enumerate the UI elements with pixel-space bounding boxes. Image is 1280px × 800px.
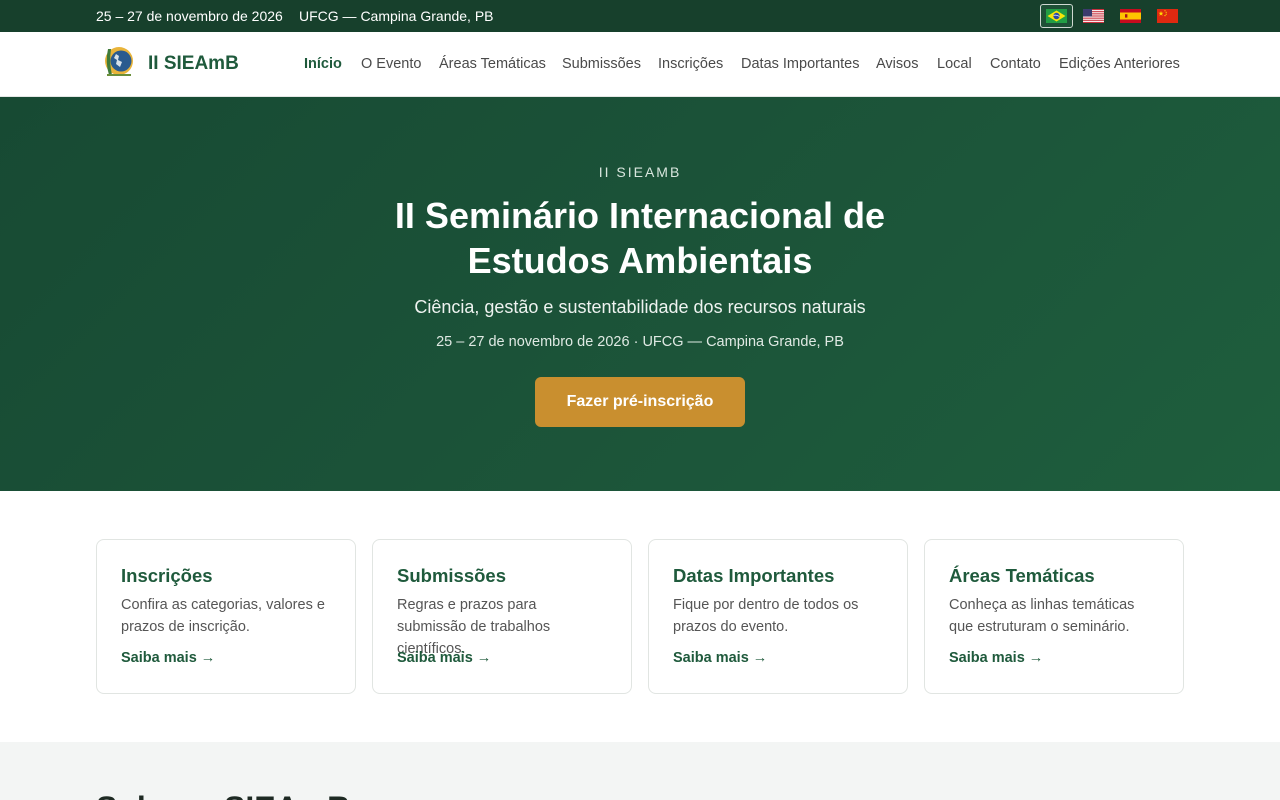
event-date: 25 – 27 de novembro de 2026 <box>96 8 283 24</box>
pre-registration-button[interactable]: Fazer pré-inscrição <box>535 377 745 427</box>
card-title: Submissões <box>397 565 506 586</box>
card-learn-more-link[interactable]: Saiba mais → <box>397 650 491 666</box>
nav-inicio[interactable]: Início <box>304 56 342 72</box>
hero-section: II SIEAMB II Seminário Internacional de … <box>0 97 1280 491</box>
language-es-button[interactable] <box>1114 4 1147 28</box>
sieamb-logo-icon[interactable] <box>102 45 136 79</box>
hero-eyebrow: II SIEAMB <box>598 164 682 180</box>
card-areas-tematicas: Áreas Temáticas Conheça as linhas temáti… <box>924 539 1184 694</box>
card-title: Áreas Temáticas <box>949 565 1095 586</box>
event-location: UFCG — Campina Grande, PB <box>299 8 494 24</box>
brand-name[interactable]: II SIEAmB <box>148 53 239 75</box>
about-heading: Sobre o SIEAmB <box>96 790 350 800</box>
card-learn-more-link[interactable]: Saiba mais → <box>673 650 767 666</box>
about-section: Sobre o SIEAmB <box>0 742 1280 800</box>
hero-date-line: 25 – 27 de novembro de 2026 · UFCG — Cam… <box>436 334 844 350</box>
language-zh-button[interactable] <box>1151 4 1184 28</box>
nav-submissoes[interactable]: Submissões <box>562 56 641 72</box>
nav-edicoes-anteriores[interactable]: Edições Anteriores <box>1059 56 1180 72</box>
card-submissoes: Submissões Regras e prazos para submissã… <box>372 539 632 694</box>
card-text: Confira as categorias, valores e prazos … <box>121 597 325 635</box>
nav-o-evento[interactable]: O Evento <box>361 56 421 72</box>
nav-local[interactable]: Local <box>937 56 972 72</box>
site-header: II SIEAmB Início O Evento Áreas Temática… <box>0 32 1280 97</box>
card-title: Datas Importantes <box>673 565 835 586</box>
card-text: Fique por dentro de todos os prazos do e… <box>673 597 859 635</box>
language-en-us-button[interactable] <box>1077 4 1110 28</box>
nav-contato[interactable]: Contato <box>990 56 1041 72</box>
card-title: Inscrições <box>121 565 213 586</box>
card-datas-importantes: Datas Importantes Fique por dentro de to… <box>648 539 908 694</box>
card-inscricoes: Inscrições Confira as categorias, valore… <box>96 539 356 694</box>
nav-inscricoes[interactable]: Inscrições <box>658 56 723 72</box>
spain-flag-icon <box>1120 9 1141 23</box>
card-learn-more-link[interactable]: Saiba mais → <box>949 650 1043 666</box>
brazil-flag-icon <box>1046 9 1067 23</box>
hero-subtitle: Ciência, gestão e sustentabilidade dos r… <box>414 297 866 317</box>
china-flag-icon <box>1157 9 1178 23</box>
nav-datas-importantes[interactable]: Datas Importantes <box>741 56 859 72</box>
top-bar: 25 – 27 de novembro de 2026 UFCG — Campi… <box>0 0 1280 32</box>
us-flag-icon <box>1083 9 1104 23</box>
hero-title: II Seminário Internacional de Estudos Am… <box>394 195 886 281</box>
language-pt-br-button[interactable] <box>1040 4 1073 28</box>
nav-areas-tematicas[interactable]: Áreas Temáticas <box>439 56 546 72</box>
card-text: Conheça as linhas temáticas que estrutur… <box>949 597 1135 635</box>
nav-avisos[interactable]: Avisos <box>876 56 918 72</box>
card-learn-more-link[interactable]: Saiba mais → <box>121 650 215 666</box>
